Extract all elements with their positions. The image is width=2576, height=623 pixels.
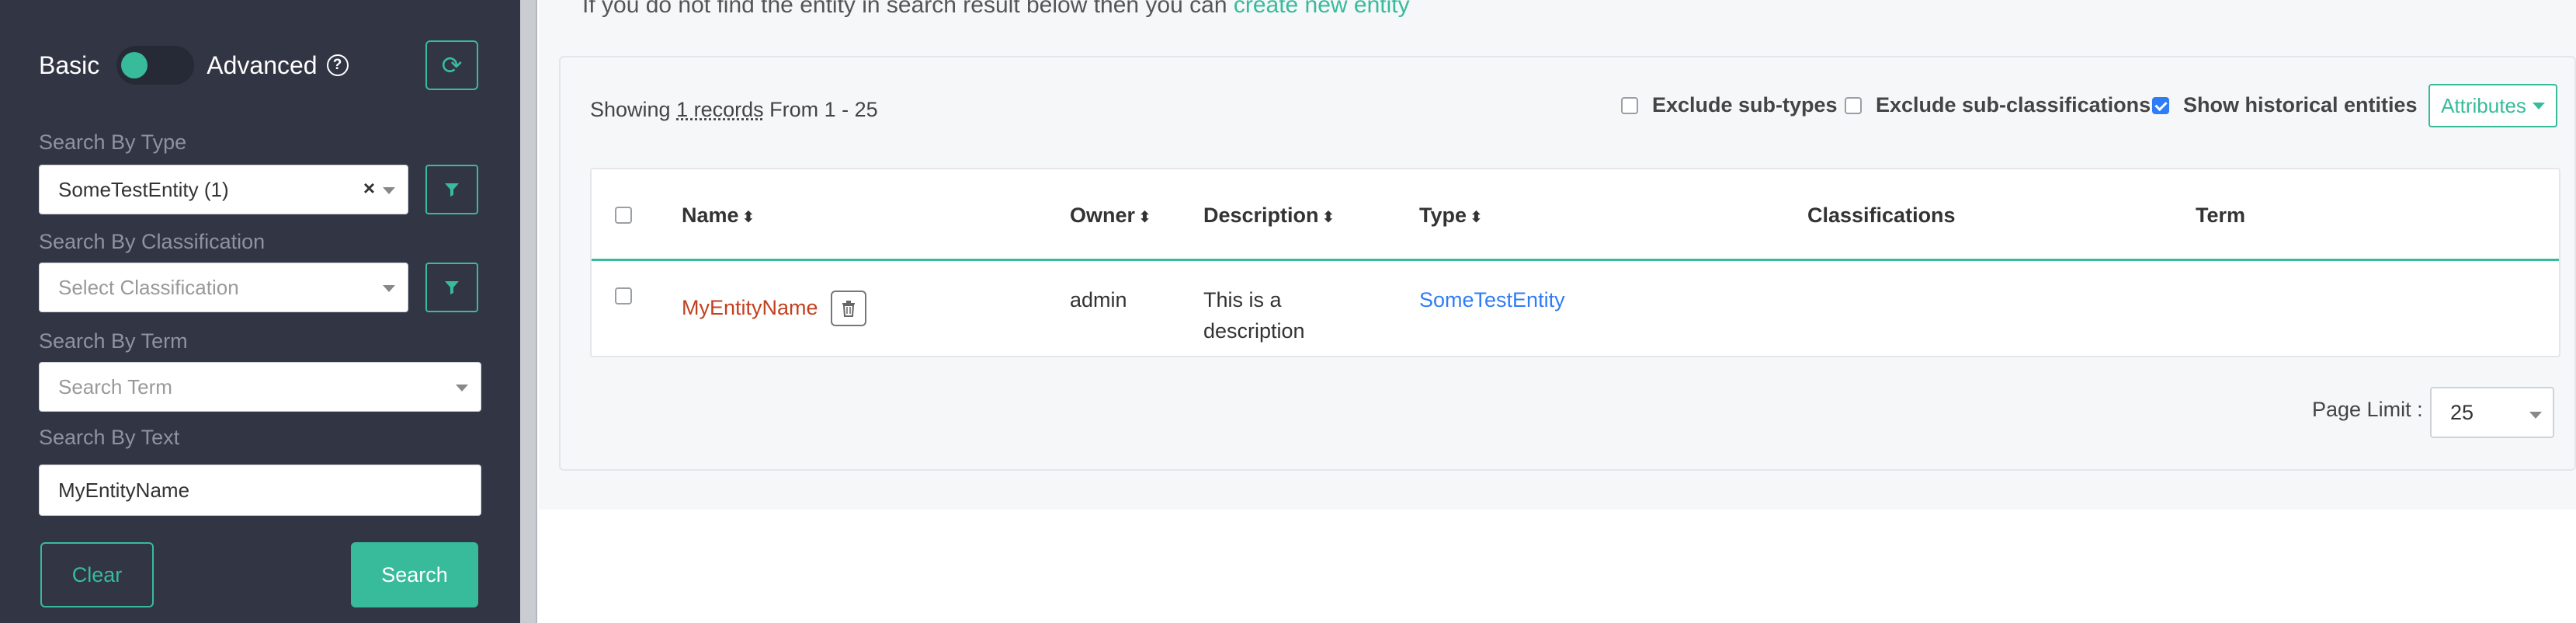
page-limit-label: Page Limit :: [2312, 398, 2423, 421]
show-historical-checkbox[interactable]: [2152, 96, 2169, 114]
page-limit-value: 25: [2450, 400, 2474, 424]
type-select-value: SomeTestEntity (1): [58, 177, 229, 201]
select-all-checkbox[interactable]: [615, 207, 632, 224]
owner-cell: admin: [1070, 288, 1127, 312]
exclude-subclassifications-label: Exclude sub-classifications: [1876, 93, 2151, 117]
description-line: This is a: [1203, 288, 1282, 312]
records-count: 1 records: [676, 98, 764, 121]
delete-button[interactable]: [831, 291, 866, 326]
type-select[interactable]: SomeTestEntity (1) ×: [39, 165, 408, 214]
column-header-name[interactable]: Name ⬍: [682, 204, 755, 228]
search-sidebar: Basic Advanced ? ⟳ Search By Type SomeTe…: [0, 0, 520, 623]
classification-placeholder: Select Classification: [58, 275, 239, 299]
clear-button[interactable]: Clear: [40, 542, 154, 607]
column-label: Description: [1203, 204, 1319, 227]
search-mode-row: Basic Advanced ?: [39, 45, 349, 85]
column-header-classifications: Classifications: [1807, 204, 1956, 227]
info-text: If you do not find the entity in search …: [582, 0, 1234, 18]
description-cell: This is a description: [1203, 284, 1305, 346]
showing-range: From 1 - 25: [763, 98, 878, 121]
column-header-description[interactable]: Description ⬍: [1203, 204, 1335, 228]
sort-icon: ⬍: [1470, 209, 1483, 226]
show-historical-label: Show historical entities: [2183, 93, 2418, 117]
sidebar-splitter[interactable]: [520, 0, 537, 623]
term-select[interactable]: Search Term: [39, 362, 481, 412]
type-link[interactable]: SomeTestEntity: [1419, 284, 1565, 315]
type-label: Search By Type: [39, 131, 187, 154]
classification-select[interactable]: Select Classification: [39, 263, 408, 312]
create-entity-link[interactable]: create new entity: [1234, 0, 1410, 18]
classification-label: Search By Classification: [39, 230, 266, 253]
chevron-down-icon: [2529, 412, 2542, 419]
refresh-icon: ⟳: [441, 51, 463, 79]
advanced-mode-label: Advanced: [207, 50, 318, 79]
text-label: Search By Text: [39, 426, 180, 449]
attributes-dropdown[interactable]: Attributes: [2428, 84, 2557, 127]
basic-mode-label: Basic: [39, 50, 100, 79]
term-label: Search By Term: [39, 329, 188, 353]
sort-icon: ⬍: [741, 209, 755, 226]
clear-type-icon[interactable]: ×: [363, 176, 375, 200]
results-table: Name ⬍ Owner ⬍ Description ⬍ Type ⬍ Classifi…: [590, 168, 2560, 357]
column-label: Name: [682, 204, 739, 227]
show-historical-option[interactable]: Show historical entities: [2152, 93, 2418, 117]
table-header: Name ⬍ Owner ⬍ Description ⬍ Type ⬍ Classifi…: [592, 169, 2559, 261]
exclude-subtypes-option[interactable]: Exclude sub-types: [1621, 93, 1838, 117]
trash-icon: [842, 301, 855, 317]
help-icon[interactable]: ?: [326, 54, 349, 76]
exclude-subclassifications-option[interactable]: Exclude sub-classifications: [1845, 93, 2151, 117]
exclude-subclassifications-checkbox[interactable]: [1845, 96, 1862, 114]
type-filter-button[interactable]: [425, 165, 478, 214]
column-header-owner[interactable]: Owner ⬍: [1070, 204, 1151, 228]
sort-icon: ⬍: [1138, 209, 1151, 226]
column-header-term: Term: [2196, 204, 2246, 227]
refresh-button[interactable]: ⟳: [425, 40, 478, 90]
search-text-value: MyEntityName: [58, 478, 190, 502]
page-limit-select[interactable]: 25: [2430, 387, 2554, 438]
results-count: Showing 1 records From 1 - 25: [590, 98, 878, 122]
filter-icon: [445, 281, 459, 294]
exclude-subtypes-label: Exclude sub-types: [1652, 93, 1838, 117]
chevron-down-icon: [383, 285, 395, 292]
column-label: Type: [1419, 204, 1467, 227]
search-mode-toggle[interactable]: [116, 46, 195, 85]
column-label: Owner: [1070, 204, 1136, 227]
classification-filter-button[interactable]: [425, 263, 478, 312]
filter-icon: [445, 183, 459, 197]
chevron-down-icon: [383, 187, 395, 194]
term-placeholder: Search Term: [58, 374, 172, 399]
sort-icon: ⬍: [1321, 209, 1335, 226]
description-line: description: [1203, 319, 1305, 343]
caret-down-icon: [2532, 102, 2545, 110]
attributes-label: Attributes: [2441, 93, 2526, 117]
entity-name-link[interactable]: MyEntityName: [682, 292, 818, 323]
showing-prefix: Showing: [590, 98, 677, 121]
exclude-subtypes-checkbox[interactable]: [1621, 96, 1638, 114]
chevron-down-icon: [456, 385, 468, 392]
search-text-input[interactable]: MyEntityName: [39, 465, 481, 516]
info-message: If you do not find the entity in search …: [582, 0, 1410, 19]
toggle-knob: [121, 52, 148, 78]
column-header-type[interactable]: Type ⬍: [1419, 204, 1483, 228]
search-button[interactable]: Search: [351, 542, 478, 607]
row-checkbox[interactable]: [615, 287, 632, 305]
